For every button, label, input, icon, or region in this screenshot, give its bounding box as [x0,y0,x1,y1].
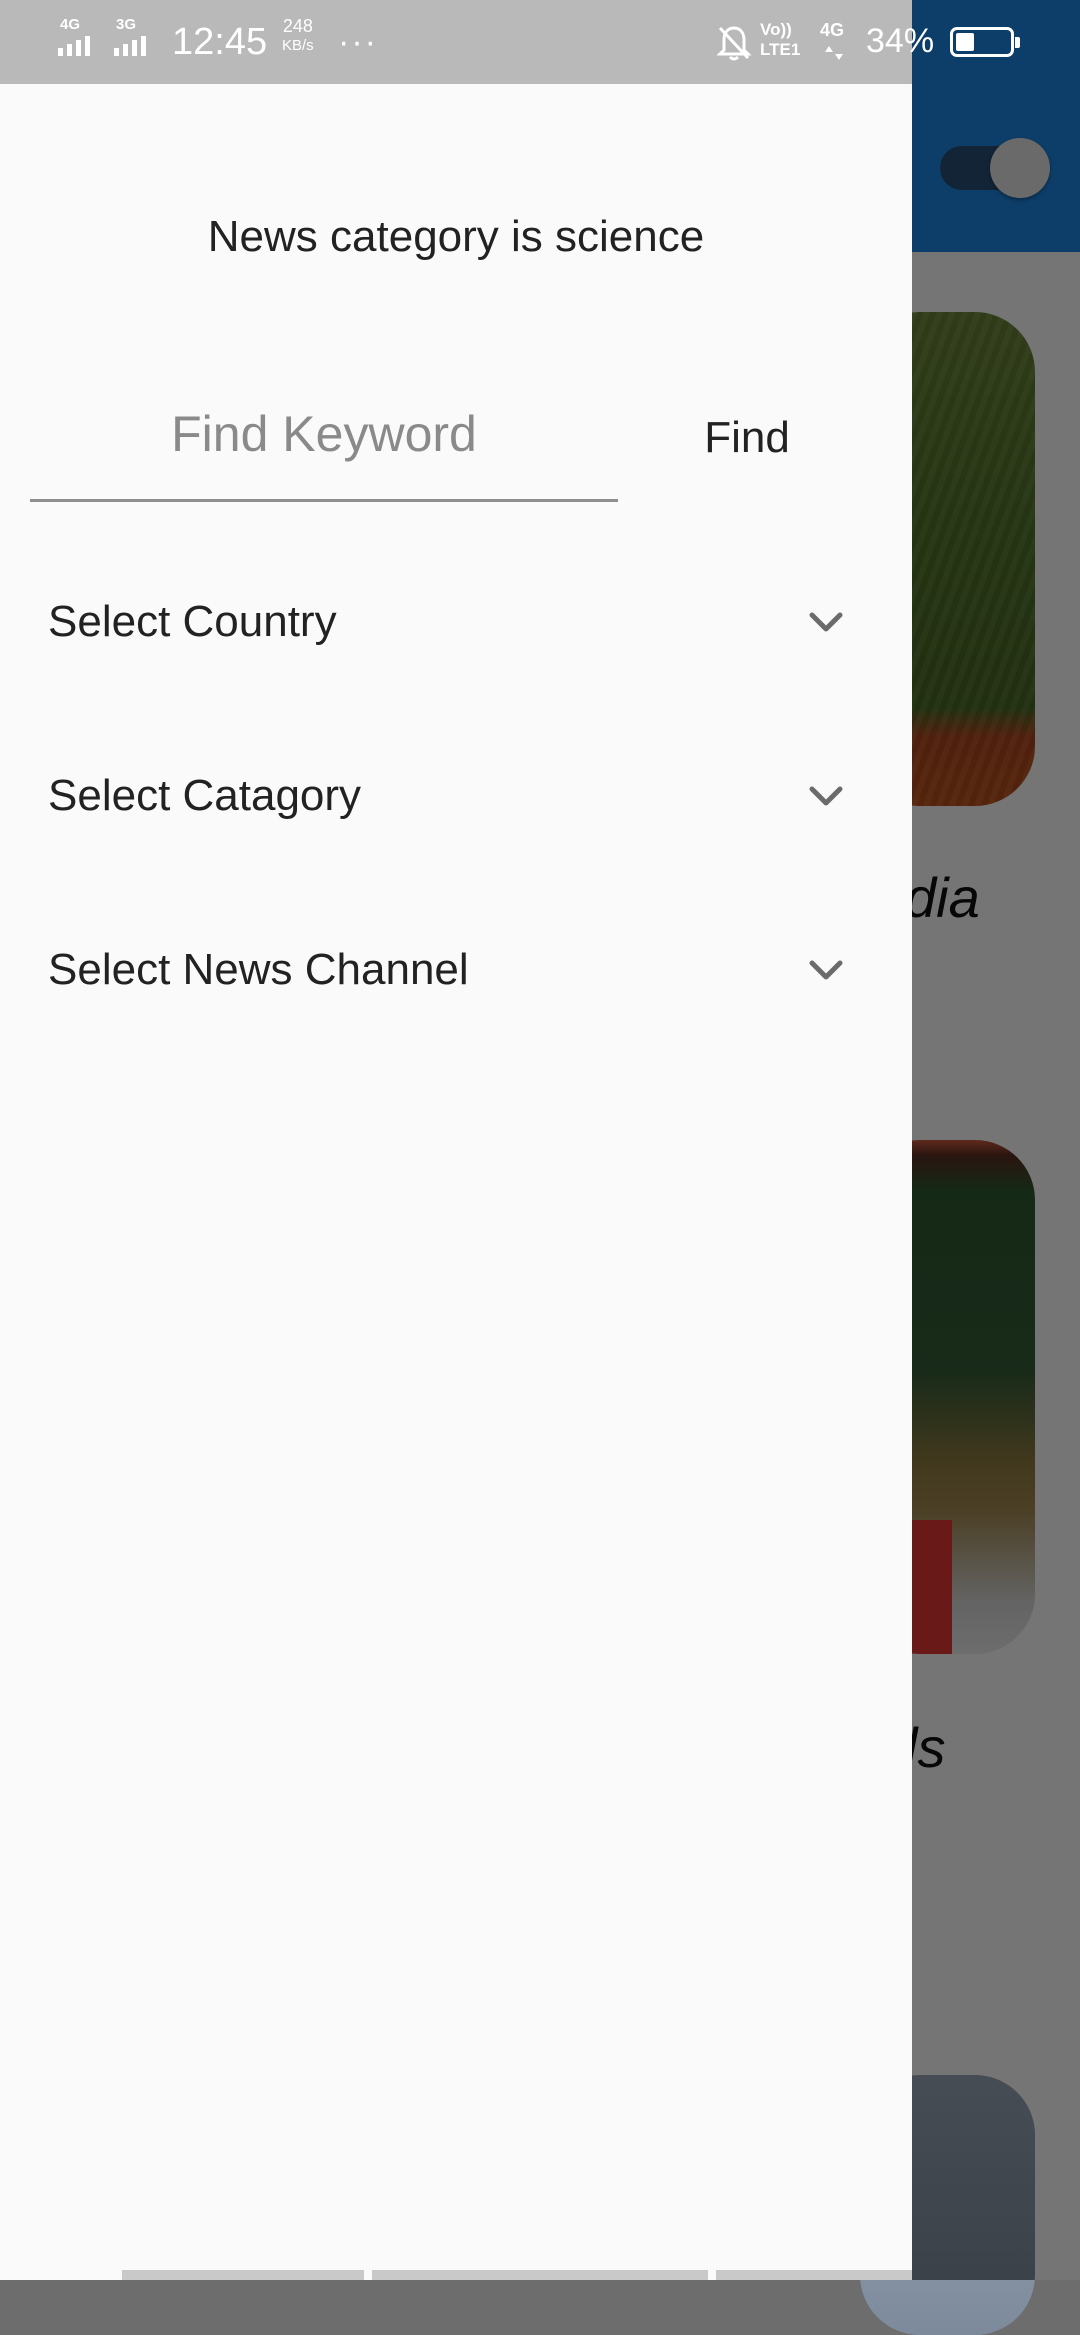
news-channel-select[interactable]: Select News Channel [30,910,860,1030]
chevron-down-icon [809,786,843,806]
navigation-drawer: News category is science Find Select Cou… [0,84,912,2280]
nav-hint-bar [372,2270,708,2280]
chevron-down-icon [809,960,843,980]
find-button[interactable]: Find [660,396,834,480]
battery-percent: 34% [866,22,935,60]
clock: 12:45 [172,20,268,63]
drawer-title: News category is science [207,212,705,261]
more-notifications-icon: ··· [338,22,378,61]
data-4g-icon: 4G [820,20,845,40]
chevron-down-icon [809,612,843,632]
network-speed: 248 KB/s [282,16,314,54]
keyword-input[interactable] [30,374,618,494]
data-arrows-icon [825,46,843,60]
volte-icon: Vo)) LTE1 [760,20,801,59]
battery-icon [950,27,1020,57]
nav-hint-bar [716,2270,912,2280]
category-select-label: Select Catagory [48,771,362,820]
network-type-2: 3G [116,16,137,33]
notifications-off-icon [716,26,752,61]
country-select[interactable]: Select Country [30,562,860,682]
country-select-label: Select Country [48,597,337,646]
keyword-search-field[interactable] [30,374,618,502]
network-type-1: 4G [60,16,81,33]
signal-icon [58,36,90,56]
nav-hint-bar [122,2270,364,2280]
status-bar: 4G 3G 12:45 248 KB/s ··· Vo)) LTE1 4G 34… [0,0,1080,84]
signal-icon [114,36,146,56]
category-select[interactable]: Select Catagory [30,736,860,856]
news-channel-select-label: Select News Channel [48,945,469,994]
